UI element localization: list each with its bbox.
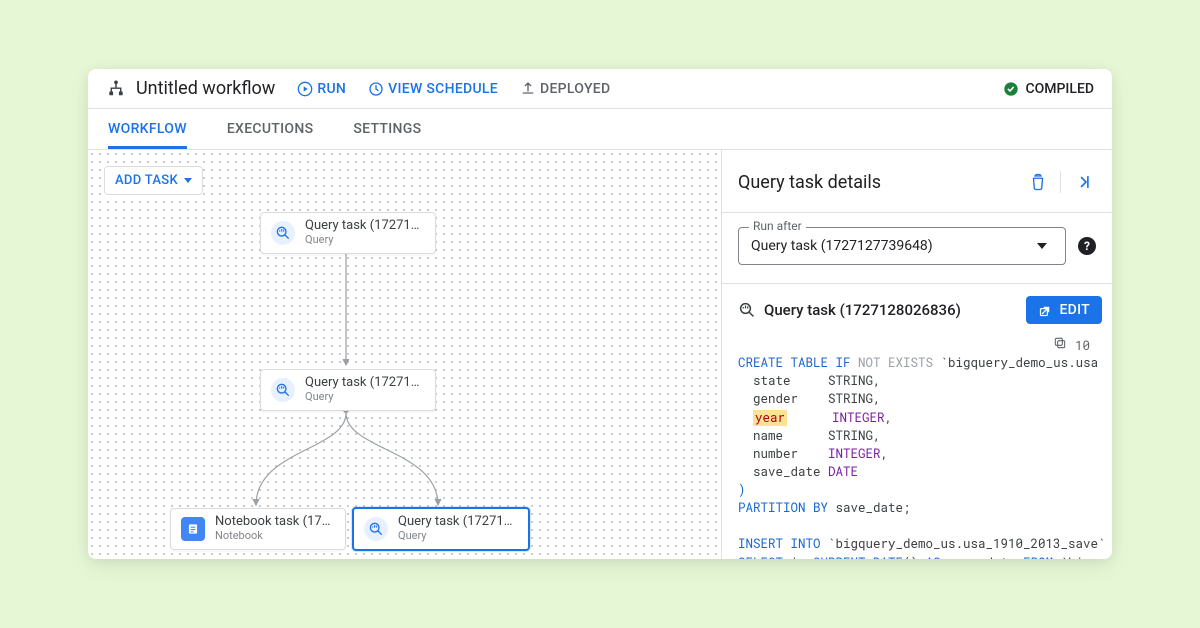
compiled-label: COMPILED bbox=[1025, 81, 1094, 97]
workflow-canvas[interactable]: ADD TASK bbox=[88, 150, 722, 559]
run-after-value: Query task (1727127739648) bbox=[751, 238, 1037, 254]
app-window: Untitled workflow RUN VIEW SCHEDULE DEPL… bbox=[88, 69, 1112, 559]
run-after-select[interactable]: Run after Query task (1727127739648) bbox=[738, 227, 1066, 265]
edit-button[interactable]: EDIT bbox=[1026, 296, 1102, 324]
query-icon bbox=[364, 517, 388, 541]
trash-icon bbox=[1029, 173, 1047, 191]
run-after-section: Run after Query task (1727127739648) ? bbox=[722, 213, 1112, 284]
edit-label: EDIT bbox=[1059, 302, 1090, 318]
tab-settings[interactable]: SETTINGS bbox=[353, 109, 421, 149]
workflow-icon bbox=[106, 79, 126, 99]
compiled-status: COMPILED bbox=[1003, 81, 1094, 97]
node-title: Query task (1727127619… bbox=[305, 219, 425, 234]
deploy-icon bbox=[520, 81, 536, 97]
help-icon[interactable]: ? bbox=[1078, 237, 1096, 255]
chevron-down-icon bbox=[184, 178, 192, 183]
collapse-icon bbox=[1074, 173, 1092, 191]
query-icon bbox=[738, 301, 756, 319]
add-task-label: ADD TASK bbox=[115, 173, 178, 188]
check-circle-icon bbox=[1003, 81, 1019, 97]
run-after-legend: Run after bbox=[749, 219, 806, 233]
tab-workflow[interactable]: WORKFLOW bbox=[108, 109, 187, 149]
node-subtitle: Query bbox=[398, 530, 518, 543]
tab-executions[interactable]: EXECUTIONS bbox=[227, 109, 314, 149]
title-group: Untitled workflow bbox=[106, 78, 275, 99]
chevron-down-icon bbox=[1037, 243, 1047, 249]
task-name: Query task (1727128026836) bbox=[764, 301, 961, 319]
panel-title: Query task details bbox=[738, 172, 881, 193]
view-schedule-label: VIEW SCHEDULE bbox=[388, 81, 498, 97]
delete-button[interactable] bbox=[1020, 164, 1056, 200]
node-subtitle: Notebook bbox=[215, 530, 335, 543]
open-external-icon bbox=[1038, 303, 1053, 318]
run-label: RUN bbox=[317, 81, 346, 97]
query-icon bbox=[271, 221, 295, 245]
notebook-icon bbox=[181, 517, 205, 541]
tabs: WORKFLOW EXECUTIONS SETTINGS bbox=[88, 109, 1112, 150]
node-query-1[interactable]: Query task (1727127619… Query bbox=[260, 212, 436, 254]
node-title: Query task (1727127739… bbox=[305, 376, 425, 391]
deployed-indicator[interactable]: DEPLOYED bbox=[520, 81, 610, 97]
node-title: Notebook task (172712… bbox=[215, 515, 335, 530]
task-name-bar: Query task (1727128026836) EDIT bbox=[722, 284, 1112, 336]
node-notebook[interactable]: Notebook task (172712… Notebook bbox=[170, 508, 346, 550]
query-icon bbox=[271, 378, 295, 402]
node-query-3[interactable]: Query task (1727128026… Query bbox=[352, 507, 530, 551]
node-subtitle: Query bbox=[305, 391, 425, 404]
play-circle-icon bbox=[297, 81, 313, 97]
copy-button[interactable]: 10 bbox=[1053, 336, 1090, 355]
add-task-button[interactable]: ADD TASK bbox=[104, 166, 203, 195]
content: ADD TASK bbox=[88, 150, 1112, 559]
sql-code: 10CREATE TABLE IF NOT EXISTS `bigquery_d… bbox=[722, 336, 1112, 559]
details-panel: Query task details Run after Query task … bbox=[722, 150, 1112, 559]
node-query-2[interactable]: Query task (1727127739… Query bbox=[260, 369, 436, 411]
run-button[interactable]: RUN bbox=[297, 81, 346, 97]
header-bar: Untitled workflow RUN VIEW SCHEDULE DEPL… bbox=[88, 69, 1112, 109]
view-schedule-button[interactable]: VIEW SCHEDULE bbox=[368, 81, 498, 97]
panel-header: Query task details bbox=[722, 150, 1112, 213]
clock-icon bbox=[368, 81, 384, 97]
node-title: Query task (1727128026… bbox=[398, 515, 518, 530]
deployed-label: DEPLOYED bbox=[540, 81, 610, 97]
collapse-panel-button[interactable] bbox=[1060, 171, 1096, 193]
node-subtitle: Query bbox=[305, 234, 425, 247]
page-title: Untitled workflow bbox=[136, 78, 275, 99]
